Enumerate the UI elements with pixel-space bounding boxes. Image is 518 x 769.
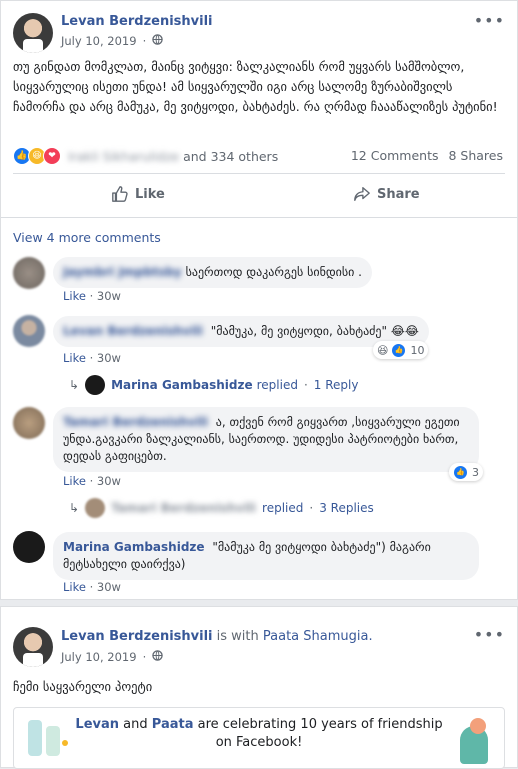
reply-separator: · xyxy=(309,501,314,515)
reply-count: 3 Replies xyxy=(319,501,374,515)
post-meta: July 10, 2019 · xyxy=(61,34,163,48)
post-counts: 12 Comments 8 Shares xyxy=(351,148,503,163)
hat-icon xyxy=(454,716,494,766)
post-card: Levan Berdzenishvili July 10, 2019 · •••… xyxy=(0,0,518,600)
share-icon xyxy=(354,187,370,201)
haha-reaction-icon: 😆 xyxy=(377,343,389,357)
commenter-name[interactable]: Levan Berdzenishvili xyxy=(63,324,203,338)
comment-time[interactable]: 30w xyxy=(97,580,121,594)
comment-like-link[interactable]: Like xyxy=(63,474,86,488)
commenter-avatar[interactable] xyxy=(13,531,45,563)
comment-text: საერთოდ დაკარგეს სინდისი . xyxy=(185,265,362,279)
like-button[interactable]: Like xyxy=(111,185,165,203)
friend-and: and xyxy=(123,717,148,732)
reply-arrow-icon: ↳ xyxy=(69,378,80,392)
tagged-name[interactable]: Paata Shamugia. xyxy=(263,629,373,644)
reactions-summary[interactable]: 👍 😆 ❤ Irakli Sikharulidze and 334 others xyxy=(13,147,278,165)
replier-avatar xyxy=(85,498,106,518)
reaction-friend-name: Irakli Sikharulidze xyxy=(68,148,180,164)
comments-count[interactable]: 12 Comments xyxy=(351,148,439,163)
friend-line2: on Facebook! xyxy=(215,735,303,750)
replied-label: replied xyxy=(256,378,298,392)
author-name[interactable]: Levan Berdzenishvili xyxy=(61,14,213,29)
comment-actions: Like · 30w xyxy=(63,474,121,488)
share-label: Share xyxy=(377,186,420,202)
comment-actions: Like · 30w xyxy=(63,351,121,365)
love-reaction-icon: ❤ xyxy=(43,147,61,165)
like-reaction-icon: 👍 xyxy=(391,342,407,358)
reaction-others[interactable]: and 334 others xyxy=(183,149,278,164)
post-card: Levan Berdzenishvili is with Paata Shamu… xyxy=(0,606,518,769)
reaction-count: 10 xyxy=(410,343,425,357)
shares-count[interactable]: 8 Shares xyxy=(448,148,503,163)
commenter-name[interactable]: Jaymbri Jmpbtsby xyxy=(63,265,182,279)
post-date[interactable]: July 10, 2019 xyxy=(61,650,137,664)
author-avatar[interactable] xyxy=(13,13,53,53)
with-label: is with xyxy=(216,629,259,644)
commenter-name[interactable]: Tamari Berdzenishvili xyxy=(63,415,208,429)
post-header: Levan Berdzenishvili is with Paata Shamu… xyxy=(61,629,373,644)
comment-bubble: Levan Berdzenishvili "მამუკა, მე ვიტყოდი… xyxy=(53,316,429,347)
reply-arrow-icon: ↳ xyxy=(69,501,80,515)
comment-like-link[interactable]: Like xyxy=(63,580,86,594)
author-avatar[interactable] xyxy=(13,627,53,667)
replier-name: Marina Gambashidze xyxy=(111,378,253,392)
comment-bubble: Tamari Berdzenishvili ა, თქვენ რომ გიყვა… xyxy=(53,407,479,472)
comment-reactions[interactable]: 😆 👍 10 xyxy=(373,341,429,359)
friend-a-name[interactable]: Levan xyxy=(75,717,119,732)
post-text: თუ გინდათ მომკლათ, მაინც ვიტყვი: ზალკალი… xyxy=(13,59,498,114)
commenter-avatar[interactable] xyxy=(13,407,45,439)
post-text: ჩემი საყვარელი პოეტი xyxy=(13,679,153,694)
share-button[interactable]: Share xyxy=(353,185,420,203)
replier-name: Tamari Berdzenishvili xyxy=(111,501,257,515)
replies-link[interactable]: ↳ Tamari Berdzenishvili replied · 3 Repl… xyxy=(69,498,374,518)
post-meta: July 10, 2019 · xyxy=(61,650,163,664)
thumbs-up-icon xyxy=(112,186,128,202)
comment-bubble: Jaymbri Jmpbtsby საერთოდ დაკარგეს სინდის… xyxy=(53,257,372,288)
friendship-text: Levan and Paata are celebrating 10 years… xyxy=(14,716,504,752)
commenter-avatar[interactable] xyxy=(13,315,45,347)
comment-actions: Like · 30w xyxy=(63,289,121,303)
comment-like-link[interactable]: Like xyxy=(63,289,86,303)
like-reaction-icon: 👍 xyxy=(453,464,468,480)
comment-reactions[interactable]: 👍 3 xyxy=(449,463,483,481)
comment-bubble: Marina Gambashidze "მამუკა მე ვიტყოდი ბა… xyxy=(53,532,479,580)
reply-count: 1 Reply xyxy=(313,378,359,392)
friendship-card[interactable]: Levan and Paata are celebrating 10 years… xyxy=(13,707,505,769)
comment-text: "მამუკა, მე ვიტყოდი, ბახტაძე" 😂😂 xyxy=(210,324,419,338)
reaction-count: 3 xyxy=(472,465,479,479)
replies-link[interactable]: ↳ Marina Gambashidze replied · 1 Reply xyxy=(69,375,358,395)
author-name[interactable]: Levan Berdzenishvili xyxy=(61,629,213,644)
commenter-avatar[interactable] xyxy=(13,257,45,289)
reply-separator: · xyxy=(303,378,308,392)
comment-like-link[interactable]: Like xyxy=(63,351,86,365)
friend-b-name[interactable]: Paata xyxy=(152,717,194,732)
comment-time[interactable]: 30w xyxy=(97,474,121,488)
commenter-name[interactable]: Marina Gambashidze xyxy=(63,540,205,554)
divider xyxy=(13,173,505,174)
replied-label: replied xyxy=(262,501,304,515)
more-options-icon[interactable]: ••• xyxy=(474,11,505,30)
globe-icon xyxy=(152,34,163,48)
comment-time[interactable]: 30w xyxy=(97,351,121,365)
comment-time[interactable]: 30w xyxy=(97,289,121,303)
divider xyxy=(1,217,517,218)
friend-rest: are celebrating 10 years of friendship xyxy=(197,717,443,732)
comment-actions: Like · 30w xyxy=(63,580,121,594)
view-more-comments-link[interactable]: View 4 more comments xyxy=(13,230,161,245)
globe-icon xyxy=(152,650,163,664)
post-date[interactable]: July 10, 2019 xyxy=(61,34,137,48)
like-label: Like xyxy=(135,186,165,202)
replier-avatar xyxy=(85,375,106,395)
more-options-icon[interactable]: ••• xyxy=(474,625,505,644)
